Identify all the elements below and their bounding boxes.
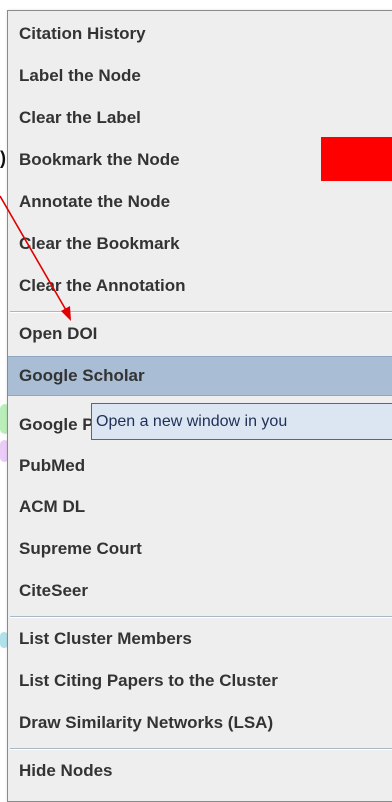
annotation-arrowhead xyxy=(61,306,71,321)
annotation-arrow xyxy=(0,195,71,318)
annotation-overlay xyxy=(0,195,71,321)
